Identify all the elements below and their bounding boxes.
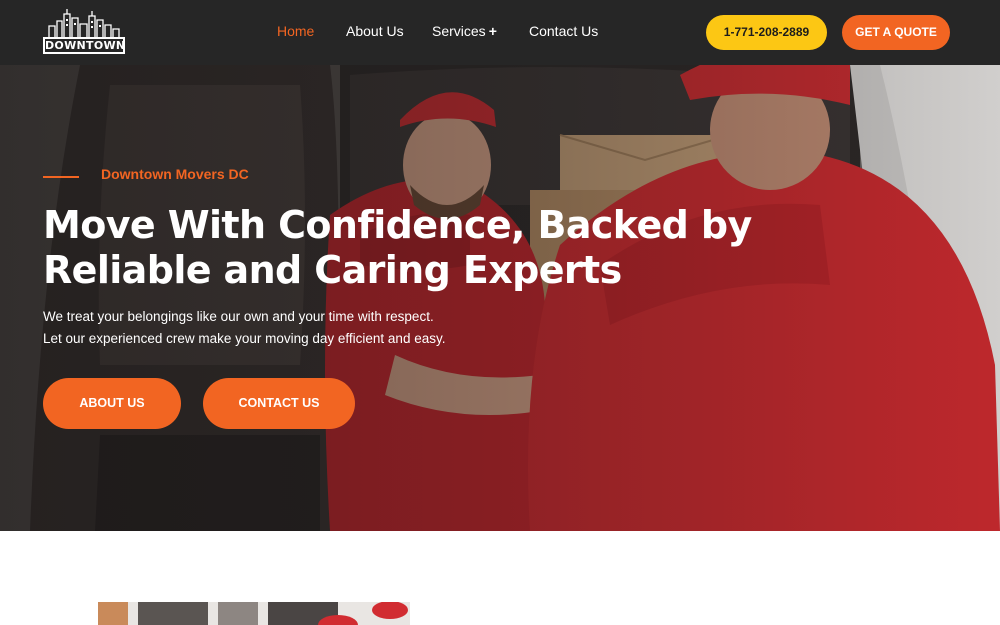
hero-section: Downtown Movers DC Move With Confidence,… [0, 65, 1000, 531]
phone-button[interactable]: 1-771-208-2889 [706, 15, 827, 50]
hero-subtext-line-1: We treat your belongings like our own an… [43, 309, 434, 324]
eyebrow-divider [43, 176, 79, 178]
city-skyline-icon [48, 9, 120, 38]
hero-subtext-line-2: Let our experienced crew make your movin… [43, 331, 446, 346]
nav-about-us[interactable]: About Us [346, 23, 404, 39]
hero-eyebrow: Downtown Movers DC [101, 166, 249, 182]
site-logo[interactable]: DOWNTOWN [43, 8, 125, 56]
site-header: DOWNTOWN Home About Us Services + Contact… [0, 0, 1000, 65]
hero-overlay [0, 65, 1000, 531]
about-section-photo [98, 602, 410, 625]
nav-contact-us[interactable]: Contact Us [529, 23, 598, 39]
nav-services[interactable]: Services + [432, 23, 497, 39]
hero-headline: Move With Confidence, Backed by Reliable… [43, 203, 752, 292]
get-a-quote-button[interactable]: GET A QUOTE [842, 15, 950, 50]
nav-services-label: Services [432, 23, 486, 39]
logo-wordmark: DOWNTOWN [43, 37, 126, 54]
contact-us-button[interactable]: CONTACT US [203, 378, 355, 429]
nav-home[interactable]: Home [277, 23, 314, 39]
plus-icon[interactable]: + [489, 23, 497, 39]
about-section [0, 531, 1000, 625]
about-us-button[interactable]: ABOUT US [43, 378, 181, 429]
